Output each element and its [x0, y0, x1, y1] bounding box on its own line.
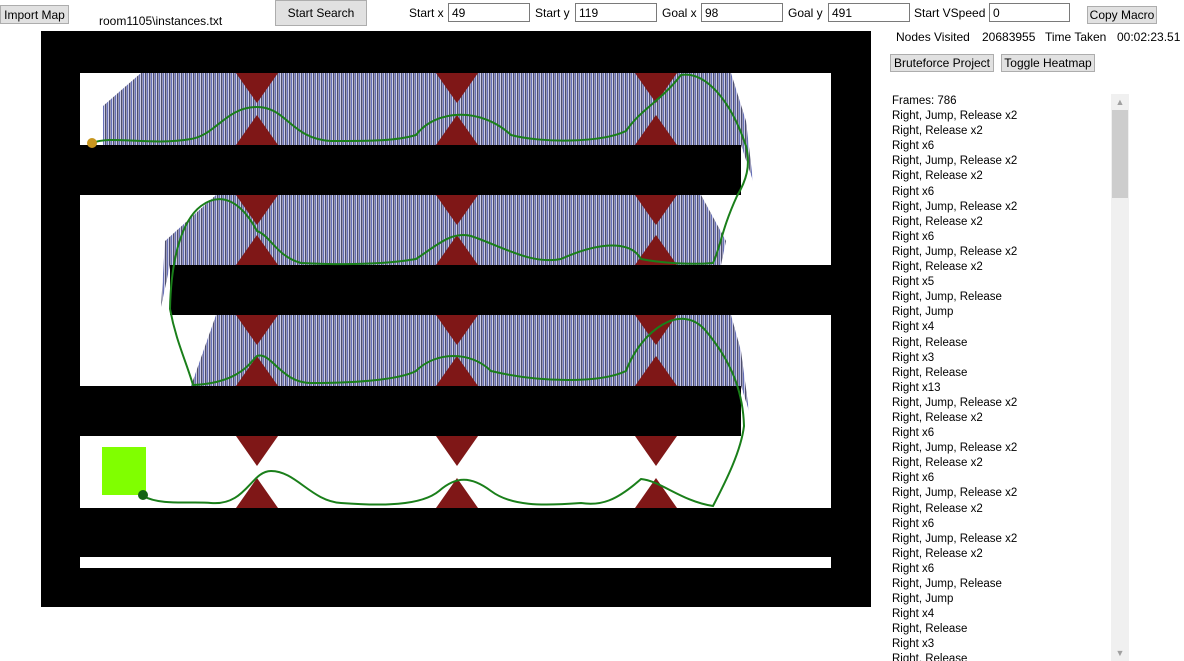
macro-line: Right, Release x2 [892, 261, 983, 274]
macro-line: Right, Release x2 [892, 411, 983, 424]
goal-x-label: Goal x [662, 6, 697, 20]
macro-line: Right, Jump [892, 306, 954, 319]
macro-line: Right x4 [892, 608, 935, 621]
goal-block [102, 447, 146, 495]
goal-y-label: Goal y [788, 6, 823, 20]
macro-line: Right, Release x2 [892, 502, 983, 515]
macro-line: Right x6 [892, 517, 935, 530]
start-x-input[interactable] [448, 3, 530, 22]
macro-line: Right x3 [892, 638, 935, 651]
import-map-button[interactable]: Import Map [0, 5, 69, 24]
start-x-label: Start x [409, 6, 444, 20]
goal-x-input[interactable] [701, 3, 783, 22]
macro-line: Frames: 786 [892, 95, 957, 107]
time-taken-value: 00:02:23.51 [1117, 30, 1181, 44]
macro-line: Right x6 [892, 185, 935, 198]
macro-line: Right, Jump, Release x2 [892, 110, 1018, 123]
toggle-heatmap-button[interactable]: Toggle Heatmap [1001, 54, 1095, 72]
macro-line: Right x3 [892, 351, 935, 364]
macro-line: Right, Release x2 [892, 457, 983, 470]
macro-line: Right x4 [892, 321, 935, 334]
end-marker [138, 490, 148, 500]
map-canvas[interactable] [41, 31, 871, 607]
macro-scrollbar[interactable]: ▲ ▼ [1111, 94, 1129, 661]
start-vspeed-input[interactable] [989, 3, 1070, 22]
macro-line: Right, Jump, Release x2 [892, 155, 1018, 168]
nodes-visited-value: 20683955 [982, 30, 1036, 44]
macro-line: Right, Release x2 [892, 547, 983, 560]
macro-line: Right, Release x2 [892, 215, 983, 228]
gap-1 [741, 145, 831, 195]
macro-line: Right, Release [892, 336, 968, 349]
start-y-label: Start y [535, 6, 570, 20]
scroll-down-icon[interactable]: ▼ [1111, 645, 1129, 661]
macro-line: Right x6 [892, 230, 935, 243]
corridor-5 [80, 557, 831, 568]
macro-line: Right, Release [892, 653, 968, 661]
macro-line: Right, Jump, Release x2 [892, 396, 1018, 409]
copy-macro-button[interactable]: Copy Macro [1087, 6, 1157, 24]
macro-line: Right x13 [892, 381, 941, 394]
start-marker [87, 138, 97, 148]
time-taken-label: Time Taken [1045, 30, 1107, 44]
macro-line: Right x6 [892, 562, 935, 575]
macro-line: Right x6 [892, 427, 935, 440]
macro-output-list[interactable]: Frames: 786 Right, Jump, Release x2 Right,… [888, 94, 1110, 661]
gap-2 [80, 265, 170, 315]
macro-line: Right, Jump, Release x2 [892, 532, 1018, 545]
macro-line: Right x6 [892, 140, 935, 153]
start-y-input[interactable] [575, 3, 657, 22]
start-search-button[interactable]: Start Search [275, 0, 367, 26]
macro-line: Right, Jump [892, 593, 954, 606]
macro-line: Right, Jump, Release [892, 291, 1002, 304]
macro-line: Right, Jump, Release x2 [892, 487, 1018, 500]
macro-line: Right x6 [892, 472, 935, 485]
macro-line: Right, Jump, Release x2 [892, 245, 1018, 258]
macro-line: Right x5 [892, 276, 935, 289]
start-vspeed-label: Start VSpeed [914, 6, 986, 20]
gap-3 [741, 386, 831, 436]
goal-y-input[interactable] [828, 3, 910, 22]
macro-line: Right, Jump, Release [892, 578, 1002, 590]
macro-line: Right, Jump, Release x2 [892, 442, 1018, 455]
bruteforce-project-button[interactable]: Bruteforce Project [890, 54, 994, 72]
macro-line: Right, Release x2 [892, 125, 983, 138]
macro-line: Right, Jump, Release x2 [892, 200, 1018, 213]
nodes-visited-label: Nodes Visited [896, 30, 970, 44]
scroll-up-icon[interactable]: ▲ [1111, 94, 1129, 110]
file-name-label: room1105\instances.txt [99, 14, 223, 28]
scroll-thumb[interactable] [1112, 110, 1128, 198]
macro-line: Right, Release [892, 623, 968, 636]
macro-line: Right, Release [892, 366, 968, 379]
macro-line: Right, Release x2 [892, 170, 983, 183]
